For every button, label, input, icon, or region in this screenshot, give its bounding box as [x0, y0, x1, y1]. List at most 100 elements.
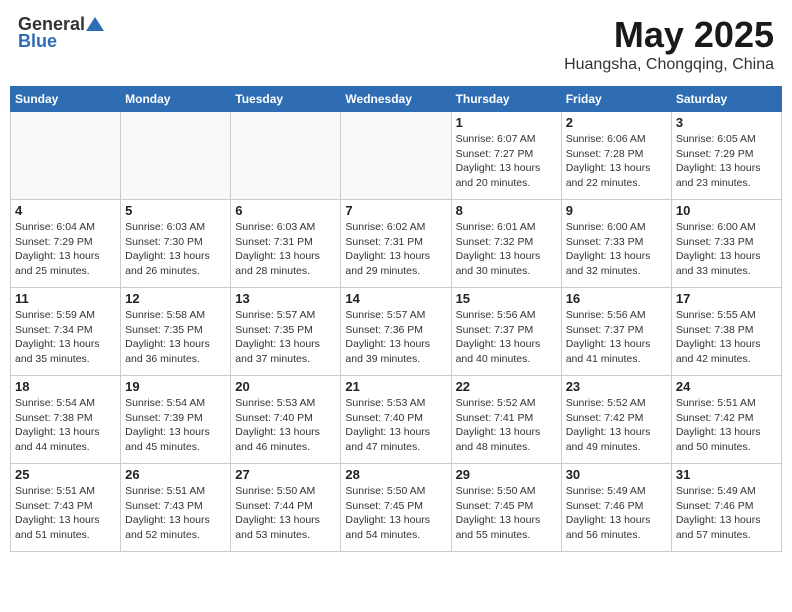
calendar-week-row: 25Sunrise: 5:51 AMSunset: 7:43 PMDayligh…	[11, 464, 782, 552]
day-detail: Sunrise: 5:52 AMSunset: 7:42 PMDaylight:…	[566, 396, 667, 455]
day-number: 11	[15, 291, 116, 306]
day-number: 31	[676, 467, 777, 482]
calendar-cell: 2 Sunrise: 6:06 AMSunset: 7:28 PMDaylight…	[561, 112, 671, 200]
calendar-cell: 10 Sunrise: 6:00 AMSunset: 7:33 PMDayligh…	[671, 200, 781, 288]
calendar-cell: 23 Sunrise: 5:52 AMSunset: 7:42 PMDayligh…	[561, 376, 671, 464]
day-detail: Sunrise: 6:06 AMSunset: 7:28 PMDaylight:…	[566, 132, 667, 191]
day-detail: Sunrise: 6:04 AMSunset: 7:29 PMDaylight:…	[15, 220, 116, 279]
calendar-table: SundayMondayTuesdayWednesdayThursdayFrid…	[10, 86, 782, 552]
calendar-cell: 4 Sunrise: 6:04 AMSunset: 7:29 PMDaylight…	[11, 200, 121, 288]
day-detail: Sunrise: 6:03 AMSunset: 7:30 PMDaylight:…	[125, 220, 226, 279]
calendar-cell: 25Sunrise: 5:51 AMSunset: 7:43 PMDayligh…	[11, 464, 121, 552]
day-detail: Sunrise: 5:53 AMSunset: 7:40 PMDaylight:…	[235, 396, 336, 455]
day-number: 23	[566, 379, 667, 394]
day-detail: Sunrise: 6:00 AMSunset: 7:33 PMDaylight:…	[566, 220, 667, 279]
calendar-cell	[231, 112, 341, 200]
day-of-week-header: Thursday	[451, 87, 561, 112]
day-detail: Sunrise: 5:56 AMSunset: 7:37 PMDaylight:…	[566, 308, 667, 367]
day-detail: Sunrise: 5:52 AMSunset: 7:41 PMDaylight:…	[456, 396, 557, 455]
calendar-cell: 30 Sunrise: 5:49 AMSunset: 7:46 PMDayligh…	[561, 464, 671, 552]
calendar-cell: 16 Sunrise: 5:56 AMSunset: 7:37 PMDayligh…	[561, 288, 671, 376]
day-detail: Sunrise: 5:54 AMSunset: 7:39 PMDaylight:…	[125, 396, 226, 455]
day-number: 24	[676, 379, 777, 394]
title-block: May 2025 Huangsha, Chongqing, China	[564, 14, 774, 74]
day-detail: Sunrise: 5:56 AMSunset: 7:37 PMDaylight:…	[456, 308, 557, 367]
calendar-cell: 12Sunrise: 5:58 AMSunset: 7:35 PMDayligh…	[121, 288, 231, 376]
day-detail: Sunrise: 5:50 AMSunset: 7:44 PMDaylight:…	[235, 484, 336, 543]
day-detail: Sunrise: 5:49 AMSunset: 7:46 PMDaylight:…	[566, 484, 667, 543]
logo: General Blue	[18, 14, 104, 52]
calendar-week-row: 11Sunrise: 5:59 AMSunset: 7:34 PMDayligh…	[11, 288, 782, 376]
day-detail: Sunrise: 5:50 AMSunset: 7:45 PMDaylight:…	[345, 484, 446, 543]
day-of-week-header: Tuesday	[231, 87, 341, 112]
day-of-week-header: Saturday	[671, 87, 781, 112]
day-detail: Sunrise: 5:54 AMSunset: 7:38 PMDaylight:…	[15, 396, 116, 455]
day-number: 7	[345, 203, 446, 218]
calendar-cell: 26 Sunrise: 5:51 AMSunset: 7:43 PMDayligh…	[121, 464, 231, 552]
calendar-cell: 13Sunrise: 5:57 AMSunset: 7:35 PMDayligh…	[231, 288, 341, 376]
calendar-cell: 11Sunrise: 5:59 AMSunset: 7:34 PMDayligh…	[11, 288, 121, 376]
day-detail: Sunrise: 5:51 AMSunset: 7:43 PMDaylight:…	[15, 484, 116, 543]
calendar-header-row: SundayMondayTuesdayWednesdayThursdayFrid…	[11, 87, 782, 112]
calendar-week-row: 18Sunrise: 5:54 AMSunset: 7:38 PMDayligh…	[11, 376, 782, 464]
calendar-cell: 1 Sunrise: 6:07 AMSunset: 7:27 PMDaylight…	[451, 112, 561, 200]
logo-icon	[86, 15, 104, 33]
day-number: 21	[345, 379, 446, 394]
day-number: 29	[456, 467, 557, 482]
day-number: 13	[235, 291, 336, 306]
day-number: 5	[125, 203, 226, 218]
day-number: 22	[456, 379, 557, 394]
calendar-cell	[341, 112, 451, 200]
logo-blue-text: Blue	[18, 31, 57, 52]
day-detail: Sunrise: 5:51 AMSunset: 7:42 PMDaylight:…	[676, 396, 777, 455]
day-number: 19	[125, 379, 226, 394]
day-detail: Sunrise: 5:57 AMSunset: 7:36 PMDaylight:…	[345, 308, 446, 367]
subtitle: Huangsha, Chongqing, China	[564, 56, 774, 74]
day-detail: Sunrise: 6:05 AMSunset: 7:29 PMDaylight:…	[676, 132, 777, 191]
day-number: 16	[566, 291, 667, 306]
day-number: 6	[235, 203, 336, 218]
day-number: 27	[235, 467, 336, 482]
day-number: 8	[456, 203, 557, 218]
calendar-cell: 24 Sunrise: 5:51 AMSunset: 7:42 PMDayligh…	[671, 376, 781, 464]
day-detail: Sunrise: 5:58 AMSunset: 7:35 PMDaylight:…	[125, 308, 226, 367]
day-detail: Sunrise: 6:07 AMSunset: 7:27 PMDaylight:…	[456, 132, 557, 191]
day-number: 14	[345, 291, 446, 306]
day-of-week-header: Sunday	[11, 87, 121, 112]
calendar-cell: 19 Sunrise: 5:54 AMSunset: 7:39 PMDayligh…	[121, 376, 231, 464]
calendar-cell	[11, 112, 121, 200]
day-number: 4	[15, 203, 116, 218]
day-number: 1	[456, 115, 557, 130]
day-number: 17	[676, 291, 777, 306]
calendar-cell: 7Sunrise: 6:02 AMSunset: 7:31 PMDaylight…	[341, 200, 451, 288]
calendar-cell: 21 Sunrise: 5:53 AMSunset: 7:40 PMDayligh…	[341, 376, 451, 464]
calendar-cell: 18Sunrise: 5:54 AMSunset: 7:38 PMDayligh…	[11, 376, 121, 464]
day-number: 28	[345, 467, 446, 482]
day-detail: Sunrise: 5:53 AMSunset: 7:40 PMDaylight:…	[345, 396, 446, 455]
day-detail: Sunrise: 6:01 AMSunset: 7:32 PMDaylight:…	[456, 220, 557, 279]
calendar-cell: 15Sunrise: 5:56 AMSunset: 7:37 PMDayligh…	[451, 288, 561, 376]
day-detail: Sunrise: 6:00 AMSunset: 7:33 PMDaylight:…	[676, 220, 777, 279]
day-number: 3	[676, 115, 777, 130]
calendar-cell: 31Sunrise: 5:49 AMSunset: 7:46 PMDayligh…	[671, 464, 781, 552]
page-header: General Blue May 2025 Huangsha, Chongqin…	[10, 10, 782, 78]
calendar-cell: 20 Sunrise: 5:53 AMSunset: 7:40 PMDayligh…	[231, 376, 341, 464]
calendar-cell: 27 Sunrise: 5:50 AMSunset: 7:44 PMDayligh…	[231, 464, 341, 552]
main-title: May 2025	[564, 14, 774, 56]
calendar-cell: 17Sunrise: 5:55 AMSunset: 7:38 PMDayligh…	[671, 288, 781, 376]
calendar-cell: 14 Sunrise: 5:57 AMSunset: 7:36 PMDayligh…	[341, 288, 451, 376]
calendar-cell: 9 Sunrise: 6:00 AMSunset: 7:33 PMDaylight…	[561, 200, 671, 288]
calendar-cell: 6Sunrise: 6:03 AMSunset: 7:31 PMDaylight…	[231, 200, 341, 288]
day-of-week-header: Wednesday	[341, 87, 451, 112]
day-number: 30	[566, 467, 667, 482]
calendar-week-row: 1 Sunrise: 6:07 AMSunset: 7:27 PMDaylight…	[11, 112, 782, 200]
day-detail: Sunrise: 5:51 AMSunset: 7:43 PMDaylight:…	[125, 484, 226, 543]
calendar-cell: 22 Sunrise: 5:52 AMSunset: 7:41 PMDayligh…	[451, 376, 561, 464]
day-number: 20	[235, 379, 336, 394]
day-number: 9	[566, 203, 667, 218]
day-number: 10	[676, 203, 777, 218]
day-number: 2	[566, 115, 667, 130]
day-of-week-header: Friday	[561, 87, 671, 112]
day-number: 26	[125, 467, 226, 482]
day-of-week-header: Monday	[121, 87, 231, 112]
